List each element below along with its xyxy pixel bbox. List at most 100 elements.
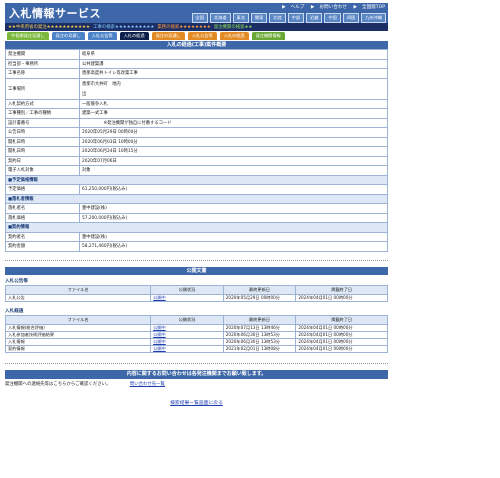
field-label: 落札者名	[5, 203, 80, 214]
field-value-text: 対象	[82, 168, 91, 174]
detail-row: 工事名称 恵那高度共トイレ等改築工事	[5, 68, 388, 79]
doc-row: 入札情報 公開中 2020年06月30日 13時53分 2024年04月01日 00時…	[4, 337, 388, 346]
tab-bar: 中長期発注見通し 発注の見通し 入札公告等 入札の経過 発注の見通し 入札公告等…	[5, 31, 388, 41]
field-value-text: 57,200,000円(税込み)	[82, 215, 128, 221]
doc-status-link[interactable]: 公開中	[150, 293, 224, 302]
field-label: 公告日時	[5, 127, 80, 138]
detail-row: 契約金額 58,271,460円(税込み)	[5, 241, 388, 252]
region-button-hokkaido[interactable]: 北海道	[209, 13, 231, 23]
doc-updated: 2021年02月01日 13時08分	[222, 344, 297, 353]
col-filename: ファイル名	[4, 314, 152, 325]
field-value: 57,200,000円(税込み)	[79, 212, 388, 223]
doc-row: 契約情報 公開中 2021年02月01日 13時08分 2024年04月01日 00時…	[4, 344, 388, 353]
detail-row: 設計書番号 ※発注機関が独自に付番するコード	[5, 117, 388, 128]
region-button-chugoku[interactable]: 中国	[324, 13, 341, 23]
region-button-kyushu[interactable]: 九州沖縄	[361, 13, 386, 23]
category-central[interactable]: ★★中央府省の発注★★★★★★★★★★★	[8, 24, 90, 30]
tab-construction-progress[interactable]: 入札の経過	[119, 32, 149, 40]
tab-construction-outlook[interactable]: 発注の見通し	[51, 32, 85, 40]
field-value: 豊中建設(株)	[79, 231, 388, 242]
back-to-results-link[interactable]: 検索結果一覧画面に戻る	[170, 401, 223, 406]
field-label: 契約者名	[5, 231, 80, 242]
detail-row: 落札価格 57,200,000円(税込み)	[5, 212, 388, 223]
region-button-shikoku[interactable]: 四国	[342, 13, 360, 23]
contact-list-link[interactable]: 問い合わせ先一覧	[130, 382, 165, 387]
field-value: 岐阜県	[79, 49, 388, 60]
doc-status-link[interactable]: 公開中	[150, 344, 224, 353]
category-bar: ★★中央府省の発注★★★★★★★★★★★ 工事の検索★★★★★★★★★★ 業務の…	[5, 23, 388, 31]
doc-status-link[interactable]: 公開中	[150, 330, 224, 339]
field-value-text: ※発注機関が独自に付番するコード	[82, 120, 172, 126]
col-updated: 最終更新日	[222, 284, 297, 295]
doc-filename: 入札情報(総合評価)	[4, 323, 152, 332]
top-link[interactable]: ▶ 全国版TOP	[353, 5, 385, 10]
region-button-hokuriku[interactable]: 北陸	[269, 13, 286, 23]
region-button-kanto[interactable]: 関東	[250, 13, 268, 23]
tab-midterm-outlook[interactable]: 中長期発注見通し	[7, 32, 49, 40]
detail-table: 発注機関 岐阜県 担当部・事務所 公共建築課 工事名称 恵那高度共トイレ等改築工事 工事場所…	[5, 49, 388, 252]
field-value: 58,271,460円(税込み)	[79, 241, 388, 252]
field-value: 建築一式工事	[79, 108, 388, 119]
detail-row: 開札日時 2020年06月24日 10時15分	[5, 146, 388, 157]
site-header: 入札情報サービス ▶ ヘルプ ▶ お問い合わせ ▶ 全国版TOP 全国 北海道 東北 …	[5, 3, 388, 23]
public-docs-title: 公開文書	[5, 266, 388, 275]
detail-row: 工事種別／工事の種類 建築一式工事	[5, 108, 388, 119]
field-value-text: 58,271,460円(税込み)	[82, 244, 128, 250]
group-heading: ■契約情報	[5, 222, 388, 233]
detail-group-row: ■契約情報	[5, 222, 388, 233]
detail-title: 入札の経過(工事)案件概要	[5, 41, 388, 49]
doc-end-date: 2024年04月01日 00時00分	[295, 337, 388, 346]
tab-services-progress[interactable]: 入札の経過	[219, 32, 249, 40]
doc-status-link[interactable]: 公開中	[150, 323, 224, 332]
field-value-text: 恵那高度共トイレ等改築工事	[82, 71, 138, 77]
field-value-text: 恵那市大井町 地内	[82, 81, 121, 87]
col-filename: ファイル名	[4, 284, 152, 295]
doc-status-link[interactable]: 公開中	[150, 337, 224, 346]
category-construction[interactable]: 工事の検索★★★★★★★★★★	[93, 24, 154, 30]
field-value-text: 岐阜県	[82, 52, 95, 58]
field-value: 2020年05月29日 00時00分	[79, 127, 388, 138]
divider	[5, 259, 388, 261]
group-heading: ■落札者情報	[5, 193, 388, 204]
region-button-tohoku[interactable]: 東北	[232, 13, 249, 23]
category-agencies[interactable]: 発注機関の検索★★	[214, 24, 253, 30]
detail-row: 入札契約方式 一般競争入札	[5, 98, 388, 109]
category-services[interactable]: 業務の検索★★★★★★★★	[157, 24, 210, 30]
field-value-extra: 出	[82, 91, 87, 97]
region-nav: 全国 北海道 東北 関東 北陸 中部 近畿 中国 四国 九州沖縄	[191, 13, 386, 23]
doc-filename: 入札公告	[4, 293, 152, 302]
site-title: 入札情報サービス	[9, 7, 101, 20]
detail-row: 落札者名 豊中建設(株)	[5, 203, 388, 214]
region-button-chubu[interactable]: 中部	[287, 13, 305, 23]
tab-construction-notices[interactable]: 入札公告等	[87, 32, 117, 40]
field-label: 工事名称	[5, 68, 80, 79]
field-value: 一般競争入札	[79, 98, 388, 109]
doc-filename: 入札情報	[4, 337, 152, 346]
region-button-all[interactable]: 全国	[191, 13, 208, 23]
group-heading: ■予定価格情報	[5, 174, 388, 185]
doc-filename: 入札参加者技術評価結果	[4, 330, 152, 339]
doc-updated: 2020年05月29日 00時00分	[222, 293, 297, 302]
field-value: 61,250,000円(税込み)	[79, 184, 388, 195]
detail-group-row: ■落札者情報	[5, 193, 388, 204]
field-label: 契約日	[5, 155, 80, 166]
field-value-text: 2020年05月29日 00時00分	[82, 130, 138, 136]
contact-link[interactable]: ▶ お問い合わせ	[311, 5, 347, 10]
detail-row: 予定価格 61,250,000円(税込み)	[5, 184, 388, 195]
region-button-kinki[interactable]: 近畿	[306, 13, 323, 23]
col-status: 公開状況	[150, 284, 224, 295]
field-value-text: 公共建築課	[82, 61, 104, 67]
field-value-text: 豊中建設(株)	[82, 206, 107, 212]
detail-row: 開札日時 2020年06月03日 10時00分	[5, 136, 388, 147]
progress-section-label: 入札経過	[5, 308, 24, 314]
field-value-text: 2020年06月24日 10時15分	[82, 149, 138, 155]
tab-services-outlook[interactable]: 発注の見通し	[151, 32, 185, 40]
field-value-text: 一般競争入札	[82, 101, 108, 107]
field-label: 担当部・事務所	[5, 58, 80, 69]
col-end: 掲載終了日	[295, 284, 388, 295]
contact-text: 発注機関への連絡先等はこちらからご確認ください。	[5, 381, 111, 387]
tab-services-notices[interactable]: 入札公告等	[187, 32, 217, 40]
help-link[interactable]: ▶ ヘルプ	[282, 5, 304, 10]
tab-agency-info[interactable]: 発注機関情報	[251, 32, 285, 40]
header-links: ▶ ヘルプ ▶ お問い合わせ ▶ 全国版TOP	[277, 4, 385, 10]
